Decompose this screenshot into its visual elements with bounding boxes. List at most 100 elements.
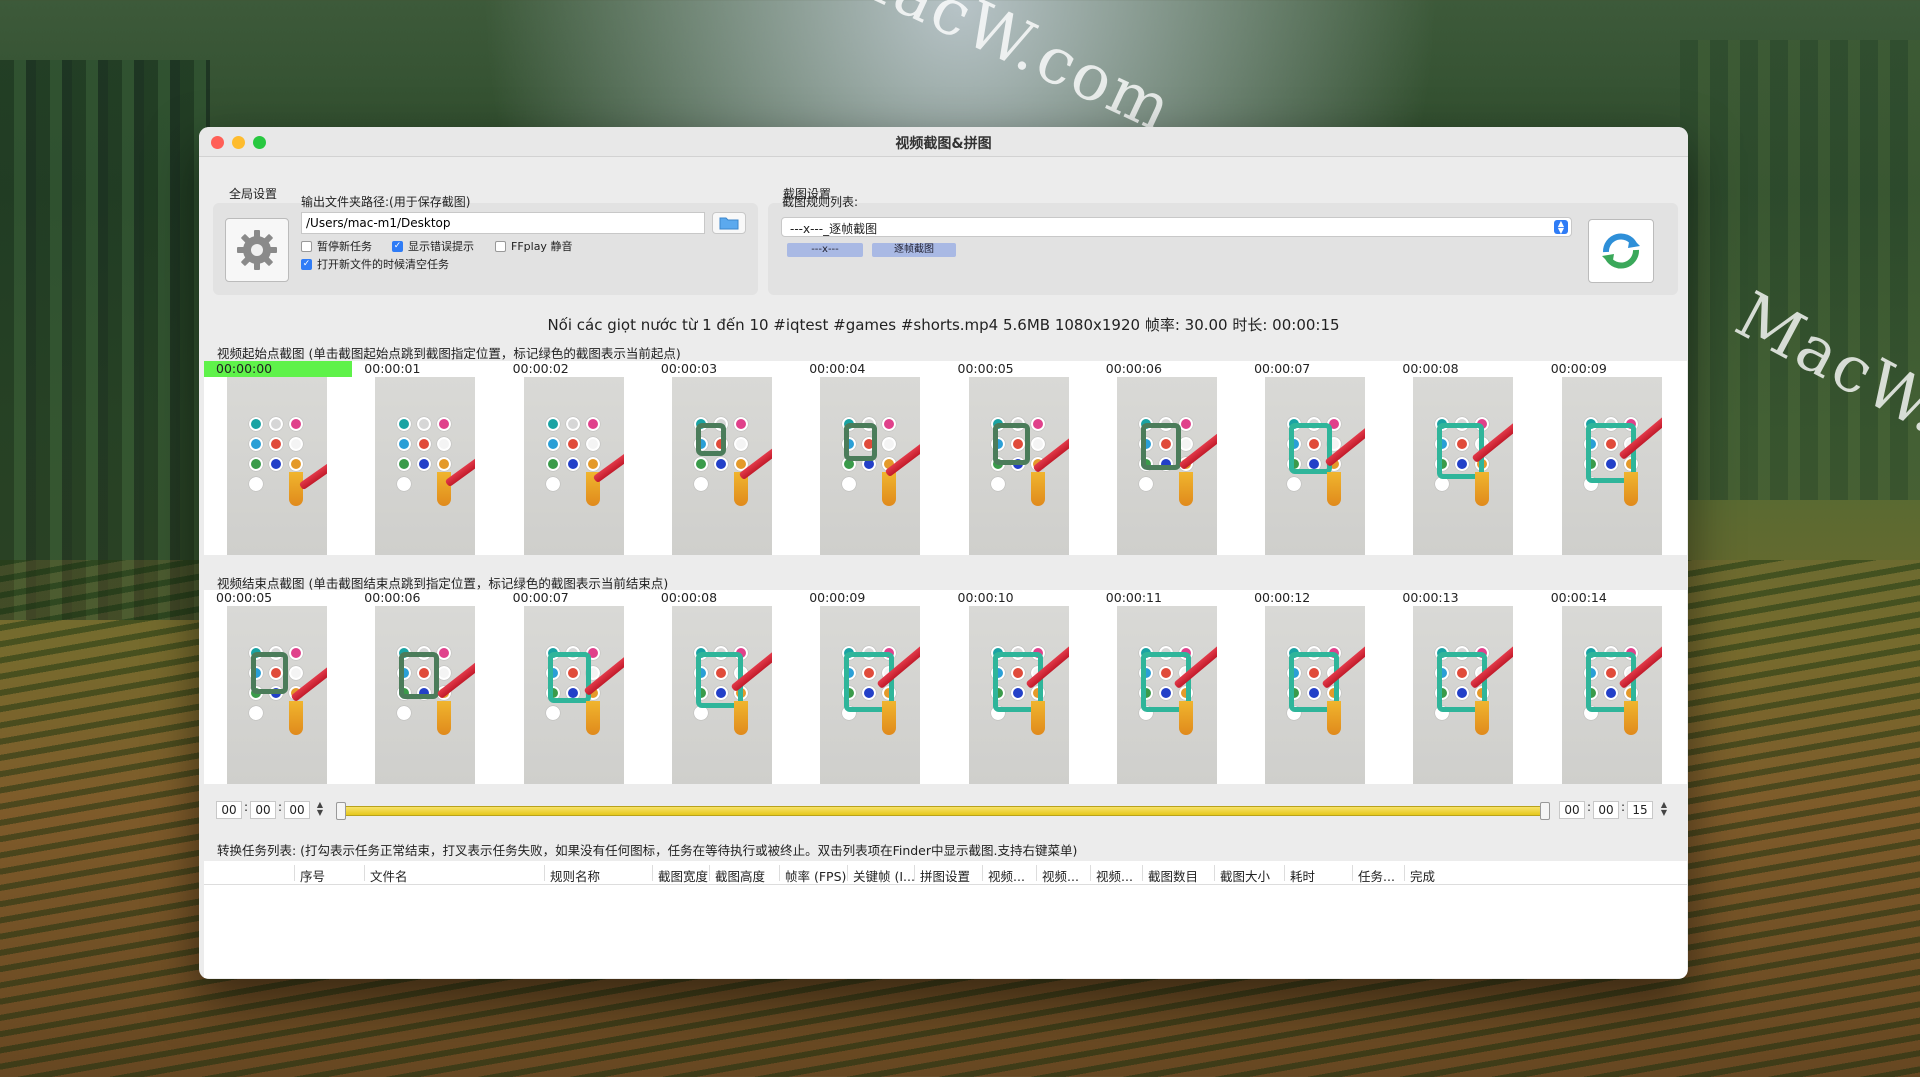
refresh-button[interactable] <box>1588 219 1654 283</box>
frame-timestamp: 00:00:06 <box>1105 361 1162 376</box>
end-minute-field[interactable]: 00 <box>1593 801 1619 819</box>
frame-thumbnail[interactable]: 00:00:08 <box>1390 361 1538 555</box>
frame-image <box>820 606 921 784</box>
frame-thumbnail[interactable]: 00:00:07 <box>501 590 649 784</box>
frame-thumbnail[interactable]: 00:00:03 <box>649 361 797 555</box>
frame-thumbnail[interactable]: 00:00:04 <box>797 361 945 555</box>
column-header[interactable]: 帧率 (FPS) <box>785 866 850 885</box>
background-trees-right <box>1680 40 1920 500</box>
range-row: 00 : 00 : 00 ▲ ▼ 00 : 00 : 15 ▲ ▼ <box>204 797 1687 823</box>
frame-timestamp: 00:00:09 <box>809 590 866 605</box>
start-stepper[interactable]: ▲ ▼ <box>315 801 325 819</box>
column-header[interactable]: 截图大小 <box>1220 866 1285 885</box>
frame-thumbnail[interactable]: 00:00:06 <box>1094 361 1242 555</box>
frame-timestamp: 00:00:01 <box>364 361 421 376</box>
frame-timestamp: 00:00:14 <box>1550 590 1607 605</box>
column-header[interactable]: 视频... <box>1042 866 1092 885</box>
clear-tasks-checkbox[interactable]: ✓ 打开新文件的时候清空任务 <box>301 256 449 272</box>
frame-timestamp: 00:00:09 <box>1550 361 1607 376</box>
app-window: 视频截图&拼图 全局设置 输出文件夹路径:(用于保存截图) /Users/mac… <box>199 127 1688 979</box>
column-header[interactable]: 截图高度 <box>715 866 780 885</box>
tasks-table-header: 序号 文件名 规则名称 截图宽度 截图高度 帧率 (FPS) 关键帧 (I... 拼图设置 视频… <box>204 861 1687 885</box>
frame-timestamp: 00:00:05 <box>216 590 273 605</box>
settings-button[interactable] <box>225 218 289 282</box>
show-errors-checkbox[interactable]: ✓ 显示错误提示 <box>392 238 474 254</box>
frame-image <box>1116 377 1217 555</box>
frame-image <box>375 606 476 784</box>
global-settings-group: 输出文件夹路径:(用于保存截图) 暂停新任务 ✓ 显示错误提示 FFplay 静… <box>213 195 758 295</box>
frame-thumbnail[interactable]: 00:00:08 <box>649 590 797 784</box>
rule-chip: ---x--- <box>787 243 863 257</box>
column-header[interactable]: 耗时 <box>1290 866 1350 885</box>
frame-thumbnail[interactable]: 00:00:05 <box>946 361 1094 555</box>
column-header[interactable]: 文件名 <box>370 866 540 885</box>
video-info: Nối các giọt nước từ 1 đến 10 #iqtest #g… <box>547 316 1340 334</box>
frame-thumbnail[interactable]: 00:00:10 <box>946 590 1094 784</box>
column-header[interactable]: 关键帧 (I... <box>853 866 915 885</box>
choose-folder-button[interactable] <box>712 212 746 234</box>
range-start-handle[interactable] <box>336 802 346 820</box>
background-trees-left <box>0 60 210 620</box>
frame-image <box>671 377 772 555</box>
watermark: MacW.com <box>821 0 1185 148</box>
refresh-icon <box>1602 233 1640 269</box>
column-header[interactable]: 视频... <box>1096 866 1146 885</box>
frame-thumbnail[interactable]: 00:00:14 <box>1539 590 1687 784</box>
end-stepper[interactable]: ▲ ▼ <box>1659 801 1669 819</box>
output-path-field[interactable] <box>301 212 705 234</box>
frame-thumbnail[interactable]: 00:00:06 <box>352 590 500 784</box>
frame-thumbnail[interactable]: 00:00:13 <box>1390 590 1538 784</box>
frame-thumbnail[interactable]: 00:00:01 <box>352 361 500 555</box>
pause-new-tasks-checkbox[interactable]: 暂停新任务 <box>301 238 372 254</box>
start-hour-field[interactable]: 00 <box>216 801 242 819</box>
column-header[interactable]: 拼图设置 <box>920 866 980 885</box>
column-header[interactable]: 序号 <box>300 866 360 885</box>
column-separator <box>652 865 653 881</box>
end-second-field[interactable]: 15 <box>1627 801 1653 819</box>
range-end-handle[interactable] <box>1540 802 1550 820</box>
column-header[interactable]: 视频... <box>988 866 1038 885</box>
frame-image <box>1561 377 1662 555</box>
checkmark-icon: ✓ <box>301 258 312 270</box>
checkbox-unchecked <box>495 240 506 252</box>
frame-thumbnail[interactable]: 00:00:02 <box>501 361 649 555</box>
column-header[interactable]: 任务... <box>1358 866 1408 885</box>
frame-image <box>227 377 327 555</box>
frame-timestamp: 00:00:06 <box>364 590 421 605</box>
ffplay-mute-checkbox[interactable]: FFplay 静音 <box>495 238 572 254</box>
column-separator <box>779 865 780 881</box>
tasks-title: 转换任务列表: (打勾表示任务正常结束，打叉表示任务失败，如果没有任何图标，任务… <box>217 843 1078 858</box>
frame-thumbnail[interactable]: 00:00:12 <box>1242 590 1390 784</box>
tasks-table[interactable]: 序号 文件名 规则名称 截图宽度 截图高度 帧率 (FPS) 关键帧 (I... 拼图设置 视频… <box>204 861 1687 978</box>
checkmark-icon: ✓ <box>392 240 403 252</box>
gear-icon <box>237 230 277 270</box>
rule-select[interactable]: ---x---_逐帧截图 ▲ ▼ <box>781 217 1572 237</box>
rules-label: 截图规则列表: <box>782 195 859 209</box>
frame-image <box>1413 606 1514 784</box>
range-track[interactable] <box>338 806 1548 816</box>
frame-image <box>1413 377 1514 555</box>
frame-image <box>671 606 772 784</box>
frame-thumbnail[interactable]: 00:00:05 <box>204 590 352 784</box>
frame-thumbnail[interactable]: 00:00:00 <box>204 361 352 555</box>
column-separator <box>709 865 710 881</box>
frame-timestamp: 00:00:08 <box>660 590 718 605</box>
rule-chip: 逐帧截图 <box>872 243 956 257</box>
column-header[interactable]: 截图宽度 <box>658 866 713 885</box>
start-second-field[interactable]: 00 <box>284 801 310 819</box>
frame-image <box>227 606 327 784</box>
capture-settings-group: 截图规则列表: ---x---_逐帧截图 ▲ ▼ ---x--- 逐帧截图 <box>768 195 1678 295</box>
frame-thumbnail[interactable]: 00:00:07 <box>1242 361 1390 555</box>
column-header[interactable]: 规则名称 <box>550 866 650 885</box>
frame-thumbnail[interactable]: 00:00:11 <box>1094 590 1242 784</box>
start-minute-field[interactable]: 00 <box>250 801 276 819</box>
end-hour-field[interactable]: 00 <box>1559 801 1585 819</box>
column-separator <box>847 865 848 881</box>
frame-thumbnail[interactable]: 00:00:09 <box>1539 361 1687 555</box>
frame-timestamp: 00:00:13 <box>1402 590 1459 605</box>
output-path-label: 输出文件夹路径:(用于保存截图) <box>301 195 471 209</box>
frame-thumbnail[interactable]: 00:00:09 <box>797 590 945 784</box>
column-header[interactable]: 截图数目 <box>1148 866 1213 885</box>
column-header[interactable]: 完成 <box>1410 866 1440 885</box>
column-separator <box>1404 865 1405 881</box>
